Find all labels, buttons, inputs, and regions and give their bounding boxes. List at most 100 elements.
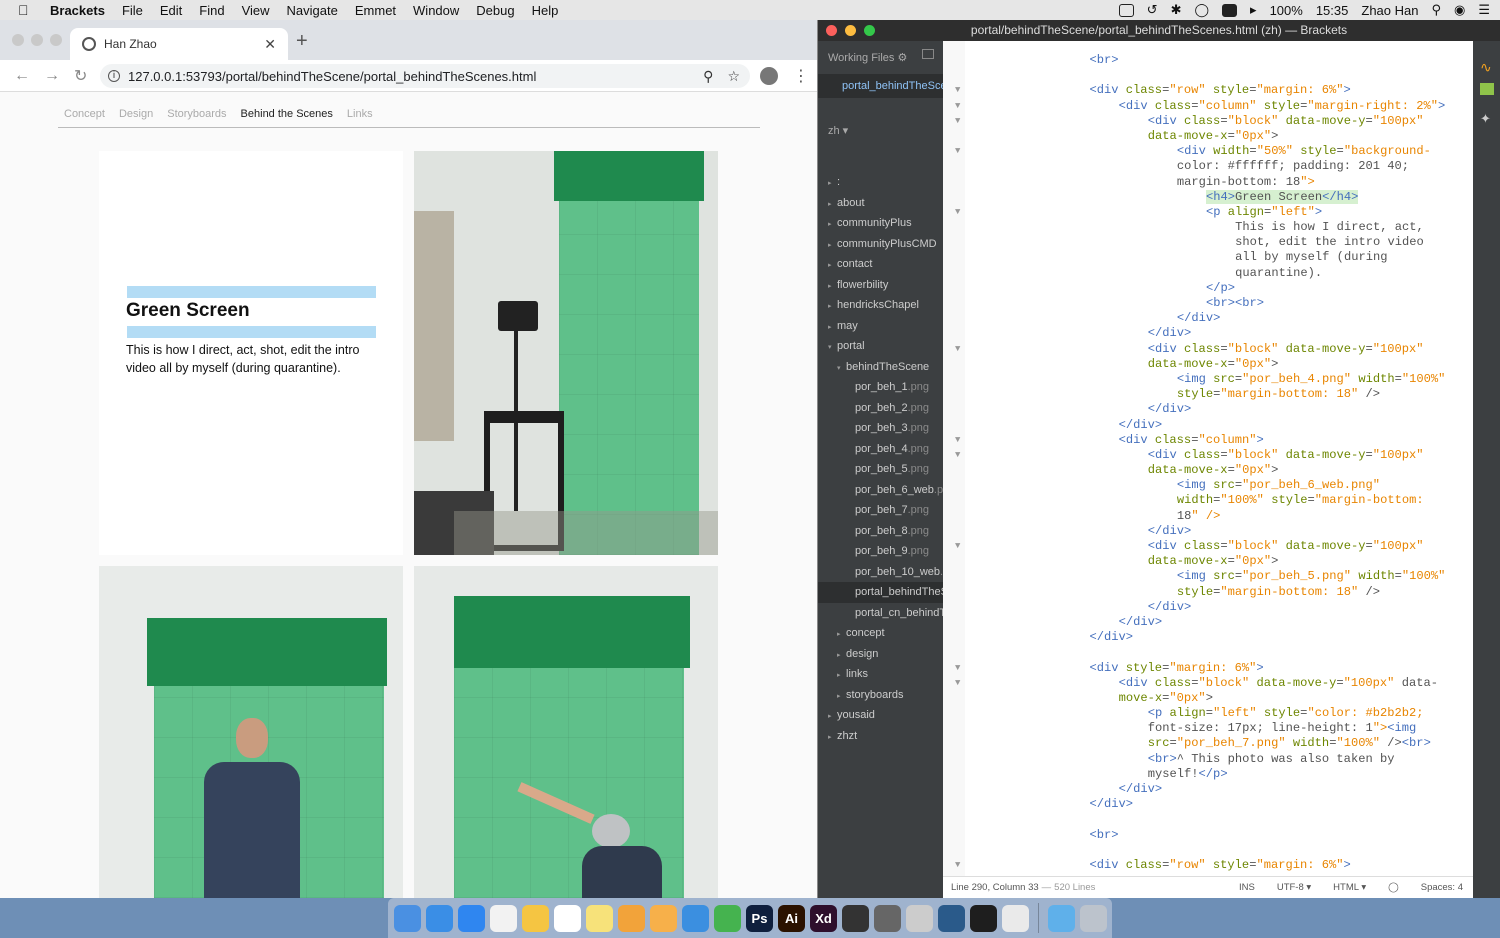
- code-line[interactable]: data-move-x="0px">: [943, 554, 1445, 569]
- tree-file-item[interactable]: portal_behindTheScenes.html: [818, 582, 943, 603]
- code-line[interactable]: ▼ <div class="block" data-move-y="100px" …: [943, 676, 1445, 691]
- code-line[interactable]: move-x="0px">: [943, 691, 1445, 706]
- close-tab-icon[interactable]: ✕: [264, 36, 276, 53]
- code-line[interactable]: <br>^ This photo was also taken by: [943, 752, 1445, 767]
- code-line[interactable]: ▼ <div class="block" data-move-y="100px": [943, 539, 1445, 554]
- dock-chrome-icon[interactable]: [1002, 904, 1029, 932]
- code-line[interactable]: </div>: [943, 418, 1445, 433]
- fold-caret-icon[interactable]: ▼: [955, 433, 960, 448]
- code-line[interactable]: <br><br>: [943, 296, 1445, 311]
- indent-spaces[interactable]: Spaces: 4: [1421, 882, 1463, 893]
- menu-window[interactable]: Window: [413, 3, 459, 18]
- code-line[interactable]: ▼ <div style="margin: 6%">: [943, 661, 1445, 676]
- code-line[interactable]: ▼ <div class="row" style="margin: 6%">: [943, 83, 1445, 98]
- code-line[interactable]: <h4>Green Screen</h4>: [943, 189, 1445, 205]
- fold-caret-icon[interactable]: ▼: [955, 144, 960, 159]
- more-menu-icon[interactable]: ⋮: [793, 66, 809, 86]
- tree-folder-item[interactable]: ▸ design: [818, 644, 943, 665]
- code-line[interactable]: src="por_beh_7.png" width="100%" /><br>: [943, 736, 1445, 751]
- nav-design[interactable]: Design: [119, 108, 153, 127]
- tree-folder-item[interactable]: ▸ storyboards: [818, 685, 943, 706]
- dock-final-cut-icon[interactable]: [842, 904, 869, 932]
- linter-status-icon[interactable]: ◯: [1388, 882, 1399, 893]
- new-tab-button[interactable]: +: [296, 30, 308, 53]
- profile-avatar-icon[interactable]: [760, 67, 778, 85]
- back-arrow-icon[interactable]: ←: [14, 67, 30, 85]
- fold-caret-icon[interactable]: ▼: [955, 858, 960, 873]
- siri-icon[interactable]: ◉: [1454, 2, 1465, 18]
- menu-help[interactable]: Help: [532, 3, 559, 18]
- code-line[interactable]: style="margin-bottom: 18" />: [943, 387, 1445, 402]
- display-icon[interactable]: [1118, 3, 1134, 17]
- encoding-dropdown[interactable]: UTF-8 ▾: [1277, 882, 1311, 893]
- code-line[interactable]: <p align="left" style="color: #b2b2b2;: [943, 706, 1445, 721]
- dock-brackets-2-icon[interactable]: [970, 904, 997, 932]
- code-line[interactable]: </div>: [943, 615, 1445, 630]
- tree-folder-item[interactable]: ▸ contact: [818, 254, 943, 275]
- split-view-icon[interactable]: [922, 49, 934, 59]
- code-lines[interactable]: <br> ▼ <div class="row" style="margin: 6%"…: [943, 53, 1445, 873]
- notification-center-icon[interactable]: ☰: [1478, 2, 1490, 18]
- clock[interactable]: 15:35: [1316, 3, 1349, 18]
- tree-file-item[interactable]: por_beh_5.png: [818, 459, 943, 480]
- code-line[interactable]: [943, 843, 1445, 858]
- zoom-window-button[interactable]: [50, 34, 62, 46]
- code-line[interactable]: This is how I direct, act,: [943, 220, 1445, 235]
- url-text[interactable]: 127.0.0.1:53793/portal/behindTheScene/po…: [128, 69, 536, 84]
- code-line[interactable]: margin-bottom: 18">: [943, 175, 1445, 190]
- code-line[interactable]: ▼ <div class="column">: [943, 433, 1445, 448]
- dock-brackets-icon[interactable]: [938, 904, 965, 932]
- volume-icon[interactable]: ▸: [1250, 2, 1257, 18]
- menu-app-name[interactable]: Brackets: [50, 3, 105, 18]
- code-line[interactable]: </div>: [943, 402, 1445, 417]
- gear-icon[interactable]: ⚙: [898, 52, 908, 64]
- tree-folder-item[interactable]: ▸ may: [818, 316, 943, 337]
- menu-file[interactable]: File: [122, 3, 143, 18]
- wand-icon[interactable]: ✦: [1480, 111, 1491, 127]
- dock-photoshop-icon[interactable]: Ps: [746, 904, 773, 932]
- dock-safari-icon[interactable]: [426, 904, 453, 932]
- code-line[interactable]: </p>: [943, 281, 1445, 296]
- tree-file-item[interactable]: por_beh_2.png: [818, 398, 943, 419]
- fold-caret-icon[interactable]: ▼: [955, 448, 960, 463]
- code-line[interactable]: <br>: [943, 828, 1445, 843]
- code-line[interactable]: </div>: [943, 630, 1445, 645]
- menu-find[interactable]: Find: [199, 3, 224, 18]
- cursor-position[interactable]: Line 290, Column 33: [951, 882, 1039, 893]
- code-line[interactable]: <img src="por_beh_6_web.png": [943, 478, 1445, 493]
- zoom-icon[interactable]: ⚲: [703, 68, 713, 85]
- battery-percent[interactable]: 100%: [1270, 3, 1303, 18]
- tree-file-item[interactable]: por_beh_4.png: [818, 439, 943, 460]
- code-line[interactable]: </div>: [943, 524, 1445, 539]
- minimize-window-button[interactable]: [31, 34, 43, 46]
- tree-folder-item[interactable]: ▸ links: [818, 664, 943, 685]
- code-line[interactable]: <img src="por_beh_5.png" width="100%": [943, 569, 1446, 584]
- code-line[interactable]: width="100%" style="margin-bottom:: [943, 493, 1445, 508]
- dock-finder-icon[interactable]: [394, 904, 421, 932]
- menu-debug[interactable]: Debug: [476, 3, 514, 18]
- code-line[interactable]: [943, 68, 1445, 83]
- minimize-window-button[interactable]: [845, 25, 856, 36]
- code-line[interactable]: shot, edit the intro video: [943, 235, 1445, 250]
- menu-emmet[interactable]: Emmet: [355, 3, 396, 18]
- tree-folder-item[interactable]: ▸ yousaid: [818, 705, 943, 726]
- tree-file-item[interactable]: por_beh_10_web.png: [818, 562, 943, 583]
- code-line[interactable]: 18" />: [943, 509, 1445, 524]
- tree-folder-item[interactable]: ▸ hendricksChapel: [818, 295, 943, 316]
- language-dropdown[interactable]: HTML ▾: [1333, 882, 1366, 893]
- dock-reminders-icon[interactable]: [554, 904, 581, 932]
- tree-file-item[interactable]: portal_cn_behindTheScenes.html: [818, 603, 943, 624]
- dock-compressor-icon[interactable]: [874, 904, 901, 932]
- extension-manager-icon[interactable]: [1480, 83, 1494, 95]
- code-line[interactable]: data-move-x="0px">: [943, 357, 1445, 372]
- nav-storyboards[interactable]: Storyboards: [167, 108, 226, 127]
- close-window-button[interactable]: [826, 25, 837, 36]
- code-line[interactable]: [943, 812, 1445, 827]
- tree-folder-item[interactable]: ▸ concept: [818, 623, 943, 644]
- fold-caret-icon[interactable]: ▼: [955, 661, 960, 676]
- dock-photos-icon[interactable]: [522, 904, 549, 932]
- code-line[interactable]: </div>: [943, 797, 1445, 812]
- menu-navigate[interactable]: Navigate: [287, 3, 338, 18]
- code-line[interactable]: </div>: [943, 600, 1445, 615]
- code-line[interactable]: myself!</p>: [943, 767, 1445, 782]
